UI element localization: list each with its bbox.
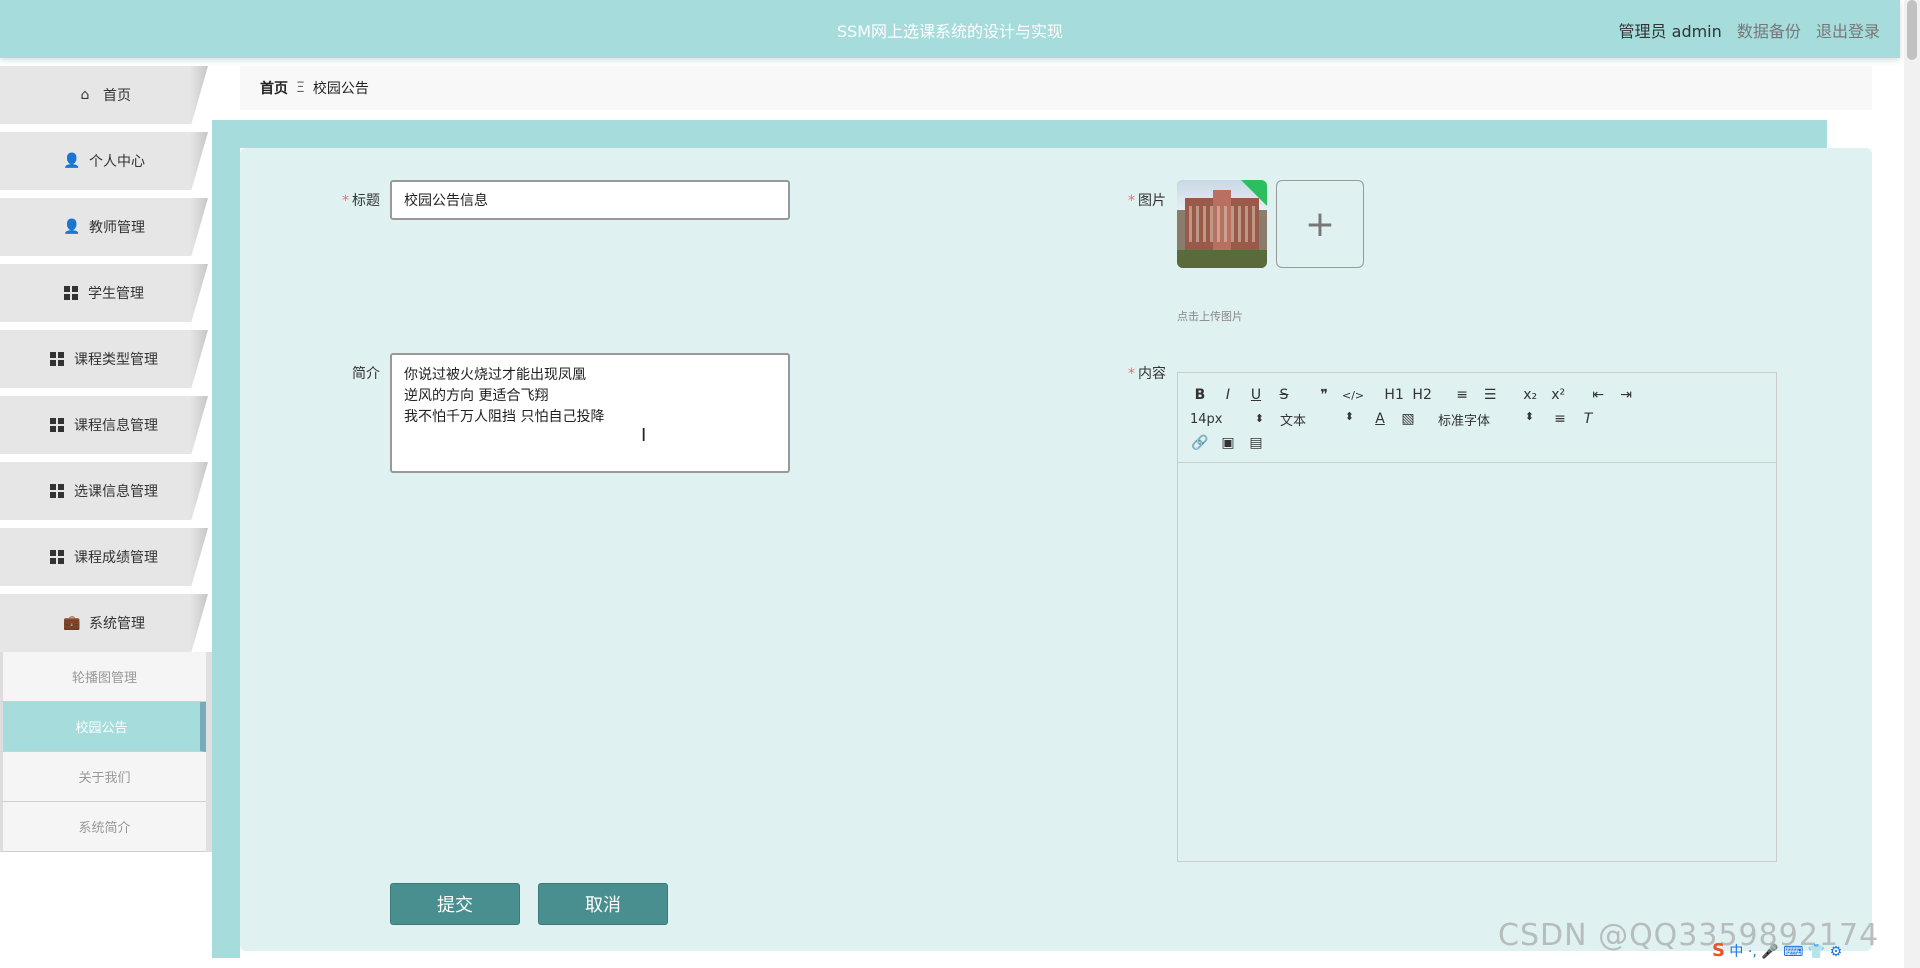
sidebar-item-profile[interactable]: 👤 个人中心 [0, 132, 208, 190]
logout-link[interactable]: 退出登录 [1816, 22, 1880, 41]
scrollbar-thumb[interactable] [1907, 0, 1917, 60]
breadcrumb-home[interactable]: 首页 [260, 78, 288, 98]
sidebar: ⌂ 首页 👤 个人中心 👤 教师管理 学生管理 课程类型管理 课程信息管理 选课… [0, 66, 214, 852]
heading1-icon[interactable]: H1 [1384, 387, 1404, 403]
editor-content-area[interactable] [1178, 463, 1776, 861]
code-icon[interactable]: </> [1342, 389, 1364, 402]
title-input[interactable] [390, 180, 790, 220]
sidebar-item-system[interactable]: 💼 系统管理 [0, 594, 208, 652]
breadcrumb: 首页 Ξ 校园公告 [240, 66, 1872, 110]
intro-label: 简介 [352, 366, 380, 382]
sidebar-item-label: 课程成绩管理 [74, 550, 158, 566]
decorative-strip-left [212, 148, 240, 958]
decorative-strip [212, 120, 1827, 148]
indent-icon[interactable]: ⇥ [1616, 387, 1636, 403]
sidebar-item-course-info[interactable]: 课程信息管理 [0, 396, 208, 454]
font-color-icon[interactable]: A [1370, 411, 1390, 427]
sidebar-item-course-types[interactable]: 课程类型管理 [0, 330, 208, 388]
ime-status: 中 ·, 🎤 ⌨ 👕 ⚙ [1729, 944, 1843, 960]
bullet-list-icon[interactable]: ☰ [1480, 387, 1500, 403]
grid-icon [50, 484, 64, 498]
user-label: 管理员 admin [1618, 22, 1722, 41]
title-label: * 标题 [342, 193, 380, 209]
editor-toolbar: B I U S ❞ </> H1 H2 ≡ ☰ x₂ x² ⇤ ⇥ 14px 文… [1178, 373, 1776, 463]
font-family-select[interactable]: 标准字体 [1438, 410, 1538, 429]
home-icon: ⌂ [80, 87, 90, 103]
sidebar-item-home[interactable]: ⌂ 首页 [0, 66, 208, 124]
sidebar-item-grades[interactable]: 课程成绩管理 [0, 528, 208, 586]
sidebar-item-label: 个人中心 [89, 154, 145, 170]
plus-icon: + [1304, 203, 1336, 245]
upload-success-badge [1241, 180, 1267, 206]
grid-icon [50, 352, 64, 366]
sidebar-item-label: 教师管理 [89, 220, 145, 236]
grid-icon [64, 286, 78, 300]
strikethrough-icon[interactable]: S [1274, 387, 1294, 403]
bold-icon[interactable]: B [1190, 387, 1210, 403]
intro-textarea[interactable]: 你说过被火烧过才能出现凤凰 逆风的方向 更适合飞翔 我不怕千万人阻挡 只怕自己投… [390, 353, 790, 473]
heading2-icon[interactable]: H2 [1412, 387, 1432, 403]
breadcrumb-current: 校园公告 [312, 81, 369, 97]
cancel-button[interactable]: 取消 [538, 883, 668, 925]
image-icon[interactable]: ▣ [1218, 435, 1238, 451]
top-header: SSM网上选课系统的设计与实现 管理员 admin 数据备份 退出登录 [0, 0, 1900, 58]
video-icon[interactable]: ▤ [1246, 435, 1266, 451]
italic-icon[interactable]: I [1218, 387, 1238, 403]
superscript-icon[interactable]: x² [1548, 387, 1568, 403]
subscript-icon[interactable]: x₂ [1520, 387, 1540, 403]
background-color-icon[interactable]: ▧ [1398, 411, 1418, 427]
image-label: * 图片 [1128, 193, 1166, 209]
submenu-item-intro[interactable]: 系统简介 [0, 802, 206, 852]
sidebar-item-label: 学生管理 [88, 286, 144, 302]
ime-toolbar[interactable]: S 中 ·, 🎤 ⌨ 👕 ⚙ [1712, 940, 1842, 961]
font-size-select[interactable]: 14px [1190, 412, 1268, 427]
uploaded-image-thumbnail[interactable] [1177, 180, 1267, 268]
text-cursor-icon: I [641, 425, 647, 446]
align-icon[interactable]: ≡ [1550, 411, 1570, 427]
system-submenu: 轮播图管理 校园公告 关于我们 系统简介 [0, 652, 214, 852]
grid-icon [50, 550, 64, 564]
grid-icon [50, 418, 64, 432]
sidebar-item-students[interactable]: 学生管理 [0, 264, 208, 322]
teacher-icon: 👤 [63, 219, 81, 235]
page-scrollbar[interactable] [1904, 0, 1920, 968]
user-icon: 👤 [63, 153, 81, 169]
submenu-item-carousel[interactable]: 轮播图管理 [0, 652, 206, 702]
sidebar-item-enrollment[interactable]: 选课信息管理 [0, 462, 208, 520]
sidebar-item-label: 选课信息管理 [74, 484, 158, 500]
submenu-item-about[interactable]: 关于我们 [0, 752, 206, 802]
outdent-icon[interactable]: ⇤ [1588, 387, 1608, 403]
rich-text-editor: B I U S ❞ </> H1 H2 ≡ ☰ x₂ x² ⇤ ⇥ 14px 文… [1177, 372, 1777, 862]
sidebar-item-label: 首页 [103, 88, 131, 104]
submit-button[interactable]: 提交 [390, 883, 520, 925]
sidebar-item-teachers[interactable]: 👤 教师管理 [0, 198, 208, 256]
link-icon[interactable]: 🔗 [1190, 435, 1210, 451]
upload-tip: 点击上传图片 [1177, 310, 1243, 323]
submenu-item-announcement[interactable]: 校园公告 [0, 702, 206, 752]
upload-add-button[interactable]: + [1276, 180, 1364, 268]
breadcrumb-separator: Ξ [296, 80, 305, 96]
blockquote-icon[interactable]: ❞ [1314, 387, 1334, 403]
ime-logo: S [1712, 940, 1725, 961]
underline-icon[interactable]: U [1246, 387, 1266, 403]
content-label: * 内容 [1128, 366, 1166, 382]
sidebar-item-label: 课程类型管理 [74, 352, 158, 368]
sidebar-item-label: 系统管理 [89, 616, 145, 632]
sidebar-item-label: 课程信息管理 [74, 418, 158, 434]
header-actions: 管理员 admin 数据备份 退出登录 [1609, 18, 1880, 42]
clear-format-icon[interactable]: T [1578, 411, 1598, 427]
ordered-list-icon[interactable]: ≡ [1452, 387, 1472, 403]
backup-link[interactable]: 数据备份 [1737, 22, 1801, 41]
briefcase-icon: 💼 [63, 615, 81, 631]
header-select[interactable]: 文本 [1280, 410, 1358, 429]
